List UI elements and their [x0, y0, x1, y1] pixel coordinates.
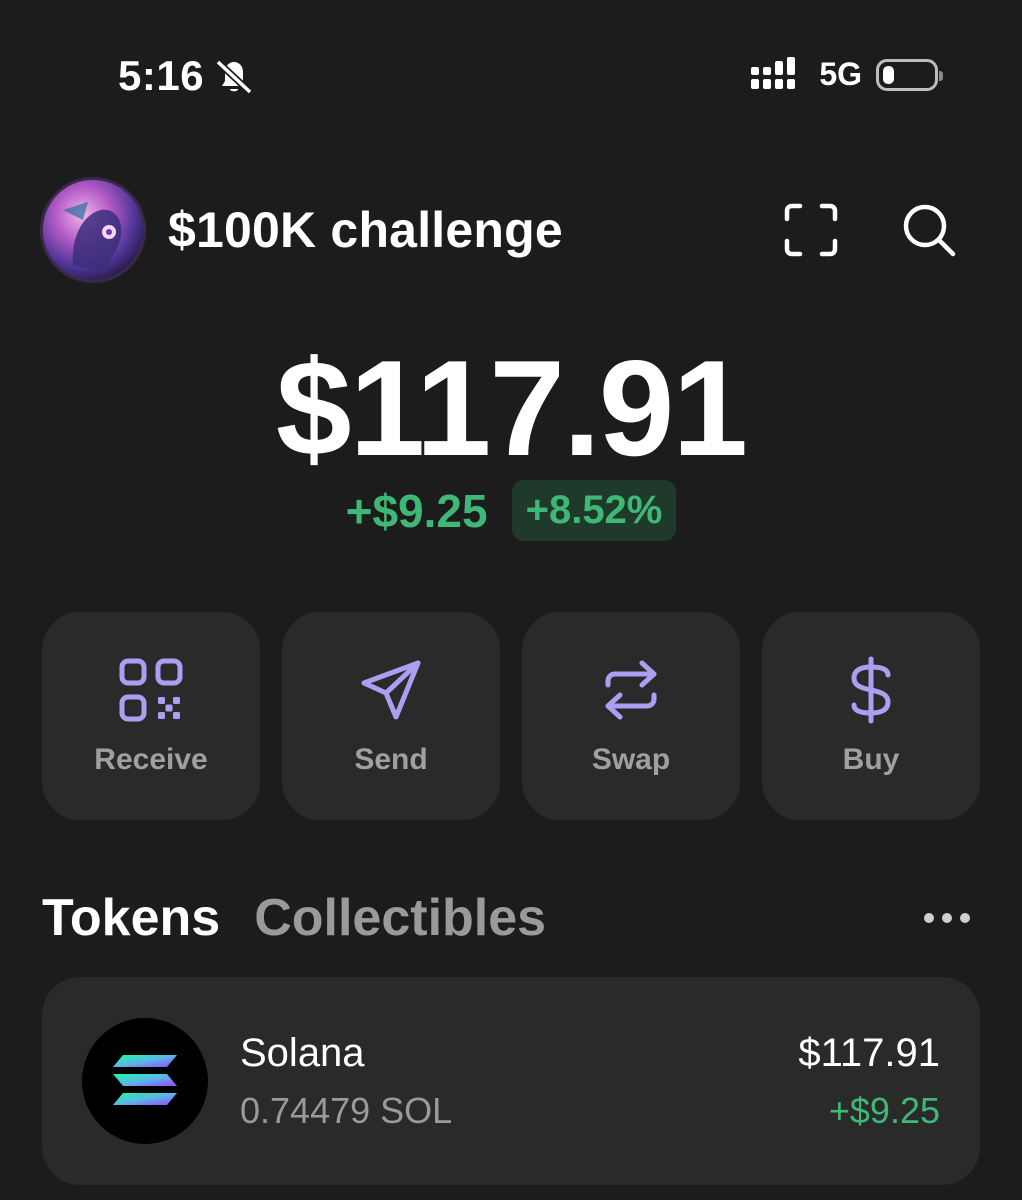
network-type: 5G — [819, 56, 862, 92]
balance-change: +$9.25 +8.52% — [0, 480, 1022, 541]
signal-icon — [751, 56, 796, 89]
avatar-art-icon — [43, 180, 143, 280]
change-percent-badge: +8.52% — [511, 480, 677, 541]
change-usd: +$9.25 — [345, 484, 488, 537]
avatar[interactable] — [40, 177, 146, 283]
swap-label: Swap — [591, 743, 671, 776]
token-value: $117.91 — [798, 1030, 940, 1075]
battery-icon — [876, 58, 943, 91]
token-amount: 0.74479 SOL — [240, 1089, 453, 1131]
token-name: Solana — [240, 1030, 365, 1075]
tab-tokens[interactable]: Tokens — [42, 888, 220, 948]
buy-label: Buy — [842, 743, 900, 776]
qr-code-icon — [119, 658, 183, 722]
list-item[interactable]: Solana 0.74479 SOL $117.91 +$9.25 — [42, 977, 980, 1185]
clock-text: 5:16 — [118, 52, 205, 99]
asset-tabs: Tokens Collectibles — [42, 888, 980, 948]
buy-button[interactable]: Buy — [762, 612, 980, 820]
receive-button[interactable]: Receive — [42, 612, 260, 820]
swap-icon — [605, 660, 657, 720]
status-time: 5:16 — [118, 52, 256, 100]
receive-label: Receive — [94, 743, 208, 776]
send-label: Send — [354, 743, 428, 776]
scan-icon[interactable] — [782, 201, 840, 259]
search-icon[interactable] — [900, 201, 958, 259]
battery-level — [883, 65, 894, 84]
solana-logo-icon — [82, 1018, 208, 1144]
total-balance: $117.91 — [275, 332, 748, 484]
token-change: +$9.25 — [828, 1089, 940, 1131]
tab-collectibles[interactable]: Collectibles — [254, 888, 546, 948]
bell-slash-icon — [215, 59, 253, 95]
dollar-icon — [851, 656, 891, 724]
send-icon — [361, 660, 421, 720]
swap-button[interactable]: Swap — [522, 612, 740, 820]
action-buttons: Receive Send Swap Buy — [42, 612, 980, 820]
more-horizontal-icon[interactable] — [924, 913, 980, 923]
send-button[interactable]: Send — [282, 612, 500, 820]
account-name[interactable]: $100K challenge — [168, 201, 563, 259]
wallet-header: $100K challenge — [40, 175, 958, 285]
status-indicators: 5G — [751, 56, 943, 93]
